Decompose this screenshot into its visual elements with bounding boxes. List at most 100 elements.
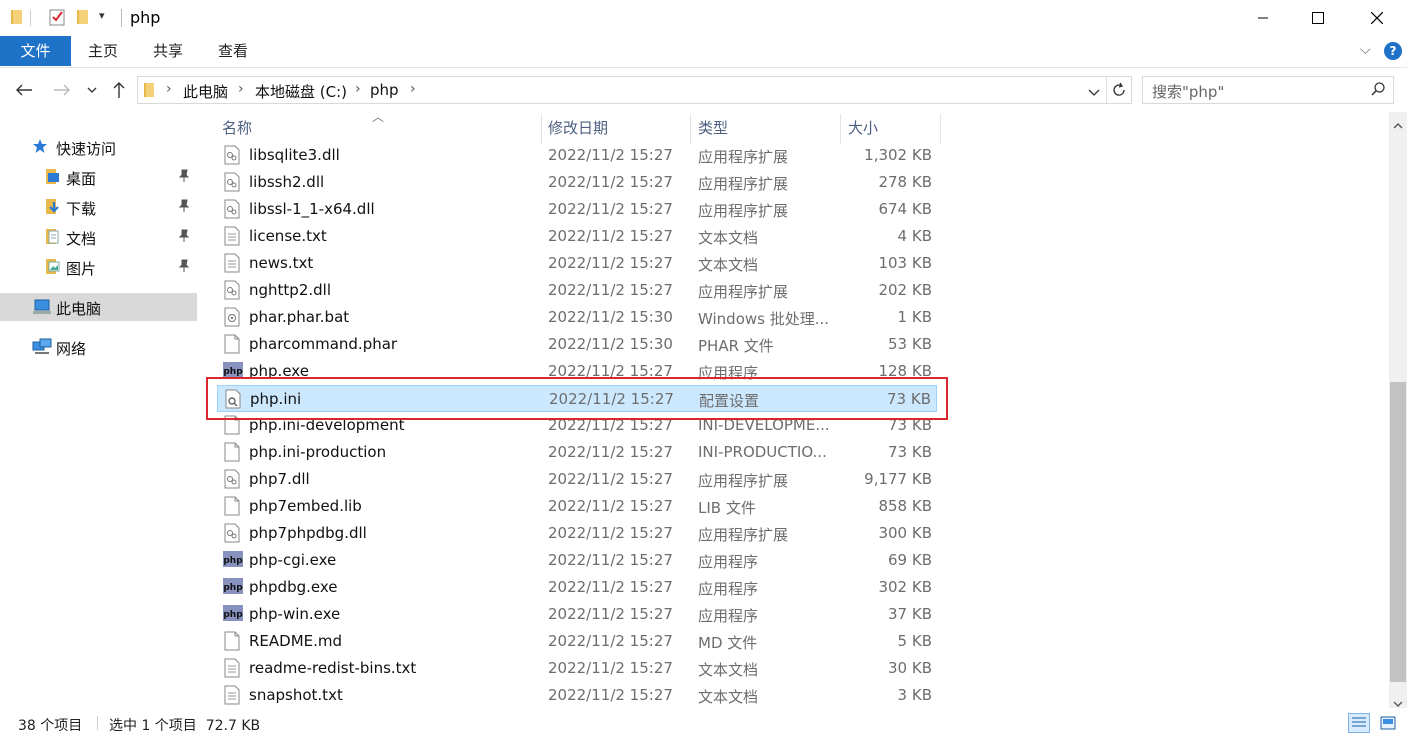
file-row[interactable]: php php-win.exe 2022/11/2 15:27 应用程序 37 KB: [217, 601, 937, 628]
breadcrumb-chevron-icon[interactable]: ›: [410, 81, 416, 97]
file-type: 文本文档: [698, 256, 759, 274]
dll-icon: [223, 523, 243, 543]
maximize-button[interactable]: [1295, 0, 1341, 36]
file-size: 37 KB: [888, 605, 932, 623]
address-history-dropdown[interactable]: [1088, 84, 1100, 102]
maximize-icon: [1312, 12, 1324, 24]
file-row[interactable]: readme-redist-bins.txt 2022/11/2 15:27 文本文…: [217, 655, 937, 682]
address-bar[interactable]: › 此电脑 › 本地磁盘 (C:) › php ›: [137, 76, 1132, 104]
recent-locations-button[interactable]: [82, 78, 102, 102]
file-row[interactable]: libsqlite3.dll 2022/11/2 15:27 应用程序扩展 1,302…: [217, 142, 937, 169]
pin-icon[interactable]: [178, 169, 190, 187]
file-row[interactable]: license.txt 2022/11/2 15:27 文本文档 4 KB: [217, 223, 937, 250]
forward-arrow-icon: [54, 84, 70, 96]
column-header-date[interactable]: 修改日期: [542, 112, 690, 144]
tab-file[interactable]: 文件: [0, 36, 71, 66]
file-date-modified: 2022/11/2 15:27: [548, 497, 673, 515]
nav-pictures[interactable]: 图片: [0, 253, 197, 281]
php-exe-icon: php: [223, 361, 243, 381]
file-row[interactable]: phar.phar.bat 2022/11/2 15:30 Windows 批处理.…: [217, 304, 937, 331]
file-type: INI-PRODUCTIO...: [698, 443, 827, 461]
file-row[interactable]: php.ini-production 2022/11/2 15:27 INI-PRO…: [217, 439, 937, 466]
column-header-name[interactable]: 名称: [216, 112, 541, 144]
file-name: libsqlite3.dll: [249, 146, 340, 164]
file-type: Windows 批处理...: [698, 310, 830, 328]
file-row[interactable]: php7embed.lib 2022/11/2 15:27 LIB 文件 858 KB: [217, 493, 937, 520]
file-row[interactable]: php php-cgi.exe 2022/11/2 15:27 应用程序 69 KB: [217, 547, 937, 574]
vertical-scrollbar[interactable]: [1389, 112, 1407, 708]
nav-documents[interactable]: 文档: [0, 223, 197, 251]
minimize-button[interactable]: [1240, 0, 1286, 36]
scroll-up-icon[interactable]: [1393, 116, 1403, 134]
expand-ribbon-icon[interactable]: ⌵: [1360, 42, 1371, 58]
file-row[interactable]: nghttp2.dll 2022/11/2 15:27 应用程序扩展 202 KB: [217, 277, 937, 304]
up-button[interactable]: [107, 78, 131, 102]
pin-icon[interactable]: [178, 229, 190, 247]
scrollbar-thumb[interactable]: [1390, 382, 1406, 682]
search-input[interactable]: 搜索"php": [1142, 76, 1394, 104]
dll-icon: [223, 172, 243, 192]
text-file-icon: [223, 658, 243, 678]
nav-quick-access[interactable]: 快速访问: [0, 133, 197, 161]
nav-desktop[interactable]: 桌面: [0, 163, 197, 191]
blank-file-icon: [223, 442, 243, 462]
pin-icon[interactable]: [178, 259, 190, 277]
file-row[interactable]: libssl-1_1-x64.dll 2022/11/2 15:27 应用程序扩展 6…: [217, 196, 937, 223]
new-folder-icon[interactable]: [75, 8, 91, 30]
breadcrumb-chevron-icon[interactable]: ›: [238, 81, 244, 97]
help-icon[interactable]: ?: [1384, 42, 1402, 60]
file-row[interactable]: php7phpdbg.dll 2022/11/2 15:27 应用程序扩展 300 K…: [217, 520, 937, 547]
file-name: nghttp2.dll: [249, 281, 331, 299]
file-row[interactable]: snapshot.txt 2022/11/2 15:27 文本文档 3 KB: [217, 682, 937, 709]
breadcrumb-chevron-icon[interactable]: ›: [355, 81, 361, 97]
file-row[interactable]: pharcommand.phar 2022/11/2 15:30 PHAR 文件 53…: [217, 331, 937, 358]
file-row[interactable]: news.txt 2022/11/2 15:27 文本文档 103 KB: [217, 250, 937, 277]
back-button[interactable]: [12, 78, 36, 102]
forward-button[interactable]: [50, 78, 74, 102]
status-separator: [97, 716, 98, 730]
chevron-down-icon: [87, 87, 97, 93]
nav-pictures-label: 图片: [66, 260, 97, 278]
properties-icon[interactable]: [48, 8, 66, 30]
breadcrumb-local-disk[interactable]: 本地磁盘 (C:): [255, 81, 347, 102]
file-row[interactable]: libssh2.dll 2022/11/2 15:27 应用程序扩展 278 KB: [217, 169, 937, 196]
breadcrumb-php[interactable]: php: [370, 81, 399, 99]
folder-icon[interactable]: [10, 8, 26, 30]
file-row[interactable]: php phpdbg.exe 2022/11/2 15:27 应用程序 302 KB: [217, 574, 937, 601]
column-divider[interactable]: [840, 114, 841, 144]
nav-downloads[interactable]: 下载: [0, 193, 197, 221]
chevron-down-icon: [1088, 89, 1100, 96]
nav-network[interactable]: 网络: [0, 333, 197, 361]
close-button[interactable]: [1354, 0, 1400, 36]
column-header-size[interactable]: 大小: [842, 112, 940, 144]
column-header-type[interactable]: 类型: [692, 112, 840, 144]
file-name: news.txt: [249, 254, 314, 272]
tab-share[interactable]: 共享: [140, 36, 196, 66]
star-icon: [32, 138, 48, 158]
file-row[interactable]: php.ini 2022/11/2 15:27 配置设置 73 KB: [217, 385, 937, 412]
column-divider[interactable]: [940, 114, 941, 144]
downloads-folder-icon: [44, 198, 60, 219]
column-divider[interactable]: [690, 114, 691, 144]
file-row[interactable]: php7.dll 2022/11/2 15:27 应用程序扩展 9,177 KB: [217, 466, 937, 493]
file-row[interactable]: php.ini-development 2022/11/2 15:27 INI-DE…: [217, 412, 937, 439]
refresh-icon[interactable]: [1111, 82, 1127, 102]
file-type: 应用程序扩展: [698, 202, 789, 220]
search-icon[interactable]: [1371, 82, 1385, 100]
file-row[interactable]: php php.exe 2022/11/2 15:27 应用程序 128 KB: [217, 358, 937, 385]
details-view-button[interactable]: [1348, 713, 1370, 733]
breadcrumb-chevron-icon[interactable]: ›: [166, 81, 172, 97]
pin-icon[interactable]: [178, 199, 190, 217]
file-list: ︿ 名称 修改日期 类型 大小 libsqlite3.dll 2022/11/2 …: [197, 110, 1389, 709]
file-name: readme-redist-bins.txt: [249, 659, 417, 677]
customize-toolbar-icon[interactable]: ▾: [99, 9, 105, 22]
tab-home[interactable]: 主页: [76, 36, 130, 66]
file-size: 128 KB: [878, 362, 932, 380]
large-icons-view-button[interactable]: [1377, 713, 1399, 733]
tab-view[interactable]: 查看: [206, 36, 260, 66]
dll-icon: [223, 469, 243, 489]
breadcrumb-this-pc[interactable]: 此电脑: [183, 81, 228, 102]
file-date-modified: 2022/11/2 15:27: [548, 227, 673, 245]
nav-this-pc[interactable]: 此电脑: [0, 293, 197, 321]
file-row[interactable]: README.md 2022/11/2 15:27 MD 文件 5 KB: [217, 628, 937, 655]
